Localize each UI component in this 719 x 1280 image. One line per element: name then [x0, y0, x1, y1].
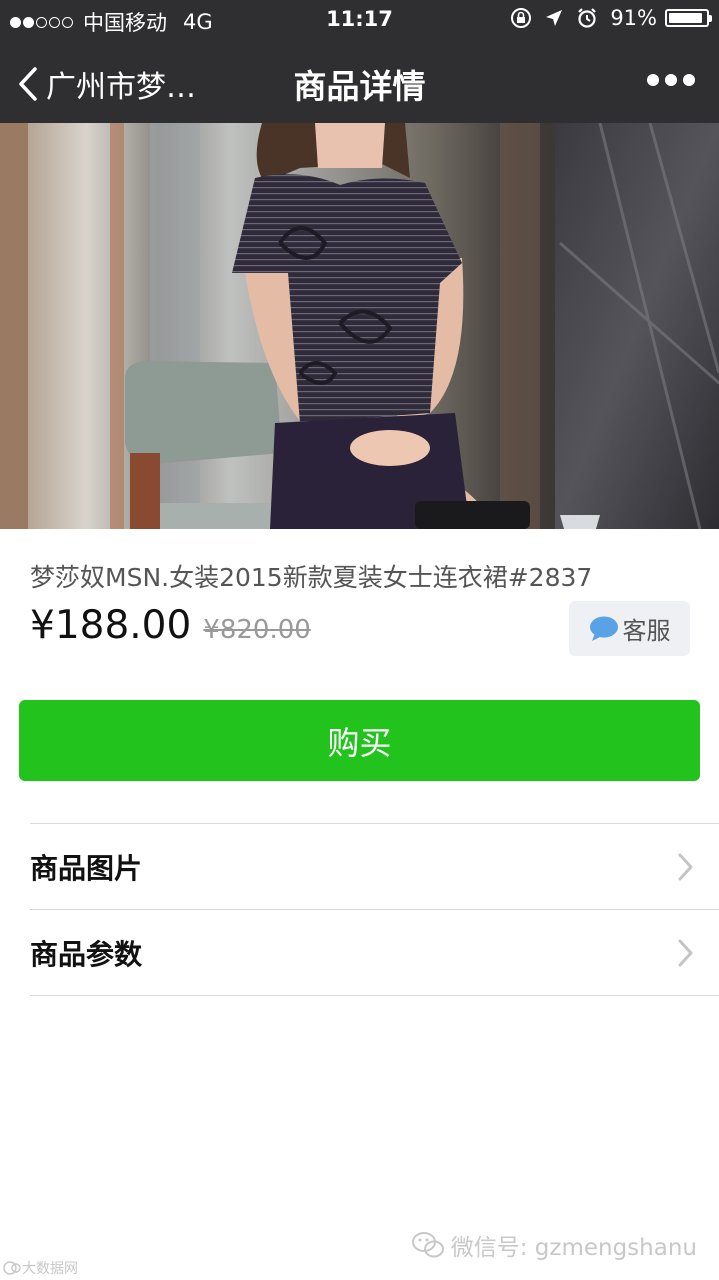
product-title: 梦莎奴MSN.女装2015新款夏装女士连衣裙#2837 — [30, 563, 593, 592]
list-item-label: 商品参数 — [30, 937, 143, 971]
wechat-watermark: 微信号: gzmengshanu — [411, 1228, 697, 1262]
list-item-label: 商品图片 — [30, 851, 143, 885]
wechat-logo-icon — [411, 1232, 444, 1258]
list-item-product-params[interactable]: 商品参数 — [30, 910, 719, 995]
customer-service-label: 客服 — [622, 617, 671, 645]
status-right: 91% — [510, 6, 712, 30]
more-options-icon[interactable] — [641, 74, 695, 86]
list-divider — [30, 995, 719, 996]
battery-percent: 91% — [610, 6, 657, 30]
product-photo-art — [0, 123, 719, 529]
location-icon — [546, 10, 563, 26]
chat-bubble-icon — [589, 616, 618, 641]
customer-service-button[interactable]: 客服 — [569, 601, 690, 656]
alarm-icon — [578, 8, 597, 28]
navigation-bar: 广州市梦… 商品详情 — [0, 40, 719, 123]
chevron-right-icon — [678, 853, 693, 881]
screen: 中国移动 4G 11:17 91% 广州市梦… 商品详情 梦莎奴MSN.女装20… — [0, 0, 719, 1280]
battery-icon — [665, 9, 712, 27]
corner-watermark-text: 大数据网 — [22, 1261, 78, 1277]
original-price: ¥820.00 — [203, 615, 311, 645]
page-title: 商品详情 — [293, 67, 426, 106]
list-item-product-images[interactable]: 商品图片 — [30, 824, 719, 909]
buy-button[interactable]: 购买 — [19, 700, 700, 781]
battery-level-fill — [669, 13, 702, 23]
watermark-logo-icon — [3, 1261, 21, 1275]
status-bar: 中国移动 4G 11:17 91% — [0, 0, 719, 40]
current-price: ¥188.00 — [30, 603, 192, 648]
corner-watermark: 大数据网 — [2, 1258, 78, 1278]
price-row: ¥188.00 ¥820.00 — [30, 603, 311, 648]
rotation-lock-icon — [511, 8, 532, 28]
product-photo — [0, 123, 719, 529]
chevron-right-icon — [678, 939, 693, 967]
wechat-id-text: 微信号: gzmengshanu — [450, 1235, 697, 1261]
